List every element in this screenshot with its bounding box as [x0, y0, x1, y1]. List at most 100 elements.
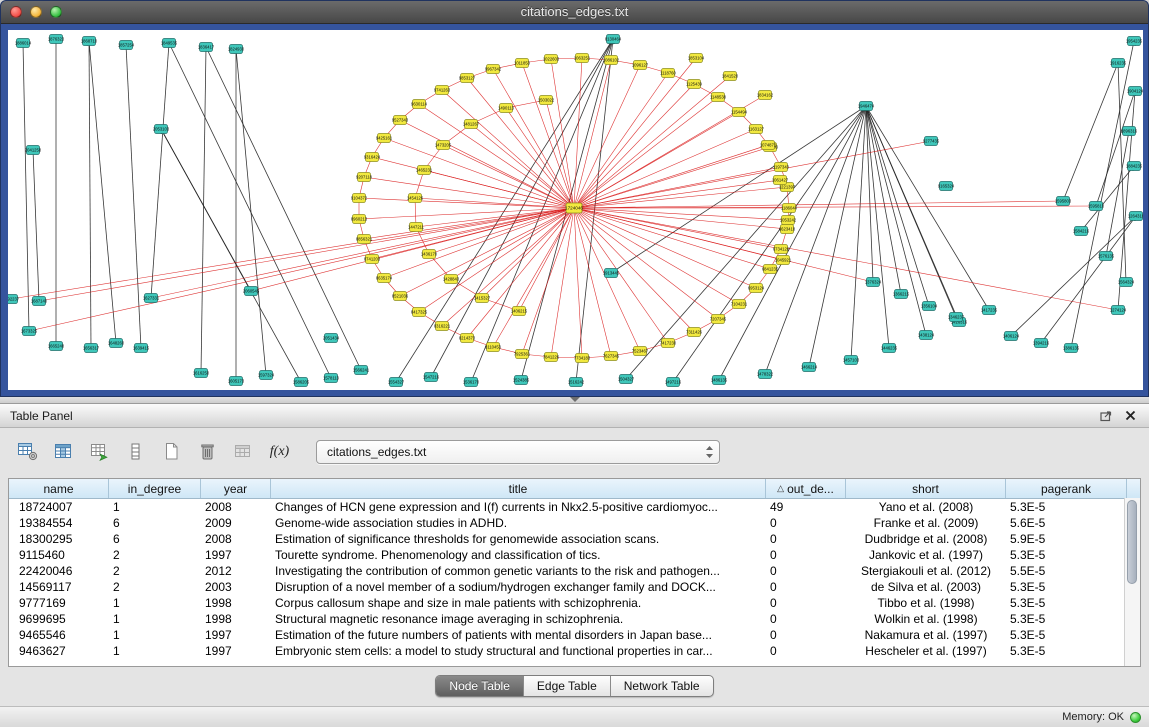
table-row[interactable]: 1456911722003Disruption of a novel membe…	[9, 579, 1140, 595]
column-header-short[interactable]: short	[846, 479, 1006, 498]
network-node[interactable]: 2060545	[243, 287, 260, 296]
network-node[interactable]: 9425161	[376, 134, 393, 143]
network-node[interactable]: 1886014	[15, 39, 32, 48]
network-node[interactable]: 1438124	[918, 331, 935, 340]
change-table-mode-button[interactable]	[14, 439, 41, 464]
network-node[interactable]: 1627331	[143, 294, 160, 303]
network-node[interactable]: 1834162	[757, 91, 774, 100]
network-node[interactable]: 1417235	[981, 306, 998, 315]
network-node[interactable]: 1465231	[416, 166, 433, 175]
network-node[interactable]: 1022603	[543, 55, 560, 64]
network-node[interactable]: 8214373	[459, 334, 476, 343]
network-node[interactable]: 1576135	[1098, 252, 1115, 261]
network-node[interactable]: 1639415	[133, 344, 150, 353]
new-table-button[interactable]	[158, 439, 185, 464]
network-node[interactable]: 1125439	[686, 80, 703, 89]
network-node[interactable]: 1524385	[513, 376, 530, 385]
network-node[interactable]: 9316424	[364, 153, 381, 162]
network-node[interactable]: 1586205	[293, 378, 310, 387]
network-node[interactable]: 2041258	[25, 146, 42, 155]
row-view-button[interactable]	[122, 439, 149, 464]
network-node[interactable]: 8316221	[434, 322, 451, 331]
network-node[interactable]: 2053103	[153, 125, 170, 134]
column-header-out_degree[interactable]: △out_de...	[766, 479, 846, 498]
network-node[interactable]: 1896316	[1121, 127, 1138, 136]
apply-function-button[interactable]: f(x)	[266, 439, 293, 464]
network-node[interactable]: 1466214	[801, 363, 818, 372]
network-node[interactable]: 8960213	[351, 215, 368, 224]
network-node[interactable]: 1913445	[603, 269, 620, 278]
network-node[interactable]: 1428843	[443, 275, 460, 284]
tab-node-table[interactable]: Node Table	[436, 676, 524, 696]
network-node[interactable]: 1597324	[258, 371, 275, 380]
network-node[interactable]: 7627345	[603, 352, 620, 361]
network-node[interactable]: 9104372	[351, 194, 368, 203]
network-node[interactable]: 1578113	[323, 374, 340, 383]
network-node[interactable]: 1486135	[711, 376, 728, 385]
network-node[interactable]: 8130464	[605, 35, 622, 44]
table-row[interactable]: 946554611997Estimation of the future num…	[9, 627, 1140, 643]
network-node[interactable]: 1884235	[1126, 162, 1143, 171]
network-node[interactable]: 1154494	[731, 108, 748, 117]
network-node[interactable]: 1724046	[565, 203, 583, 213]
network-node[interactable]: 1656317	[83, 344, 100, 353]
table-row[interactable]: 2242004622012Investigating the contribut…	[9, 563, 1140, 579]
network-node[interactable]: 6623418	[779, 225, 796, 234]
network-node[interactable]: 1566241	[353, 366, 370, 375]
network-node[interactable]: 1197343	[773, 163, 790, 172]
network-node[interactable]: 8741203	[364, 255, 381, 264]
network-node[interactable]: 1673325	[21, 327, 38, 336]
network-node[interactable]: 8521036	[392, 292, 409, 301]
network-node[interactable]: 1836417	[198, 43, 215, 52]
network-node[interactable]: 1163127	[748, 125, 765, 134]
network-node[interactable]: 6953124	[748, 284, 765, 293]
network-node[interactable]: 1481267	[463, 120, 480, 129]
column-header-title[interactable]: title	[271, 479, 766, 498]
network-node[interactable]: 9165324	[938, 182, 955, 191]
network-node[interactable]: 1946474	[858, 102, 875, 111]
table-row[interactable]: 969969511998Structural magnetic resonanc…	[9, 611, 1140, 627]
network-node[interactable]: 1406215	[511, 307, 528, 316]
network-node[interactable]: 9527343	[392, 116, 409, 125]
network-node[interactable]: 1857254	[118, 41, 135, 50]
network-node[interactable]: 9967342	[485, 65, 502, 74]
tab-edge-table[interactable]: Edge Table	[524, 676, 611, 696]
network-node[interactable]: 1053242	[780, 216, 797, 225]
network-node[interactable]: 1447211	[408, 223, 425, 232]
float-panel-button[interactable]	[1097, 408, 1115, 424]
network-node[interactable]: 8417325	[411, 308, 428, 317]
network-node[interactable]: 1186044	[781, 204, 798, 213]
network-node[interactable]: 1824930	[228, 45, 245, 54]
network-node[interactable]: 1096127	[632, 61, 649, 70]
network-node[interactable]: 1665248	[48, 342, 65, 351]
network-node[interactable]: 1386135	[1063, 344, 1080, 353]
network-node[interactable]: 8856321	[356, 235, 373, 244]
network-node[interactable]: 1346237	[948, 313, 965, 322]
network-node[interactable]: 1616250	[193, 369, 210, 378]
network-node[interactable]: 1490113	[498, 104, 515, 113]
vertical-scrollbar[interactable]	[1124, 498, 1140, 666]
column-header-year[interactable]: year	[201, 479, 271, 498]
network-node[interactable]: 7207345	[710, 315, 727, 324]
network-node[interactable]: 8110453	[485, 343, 502, 352]
network-node[interactable]: 1692237	[8, 295, 20, 304]
network-node[interactable]: 1436170	[421, 250, 438, 259]
network-node[interactable]: 1648260	[108, 339, 125, 348]
network-node[interactable]: 7104231	[731, 300, 748, 309]
network-node[interactable]: 1853104	[688, 54, 705, 63]
network-node[interactable]: 1086102	[603, 56, 620, 65]
network-node[interactable]: 1536170	[463, 378, 480, 387]
import-table-button[interactable]	[230, 439, 257, 464]
network-node[interactable]: 1473205	[435, 141, 452, 150]
network-node[interactable]: 1876323	[48, 35, 65, 44]
table-row[interactable]: 1938455462009Genome-wide association stu…	[9, 515, 1140, 531]
close-window-button[interactable]	[10, 6, 22, 18]
network-node[interactable]: 1547216	[423, 373, 440, 382]
zoom-window-button[interactable]	[50, 6, 62, 18]
network-node[interactable]: 1457103	[843, 356, 860, 365]
splitter-collapse-icon[interactable]	[570, 397, 580, 402]
table-source-selector[interactable]: citations_edges.txt	[316, 440, 720, 464]
delete-table-button[interactable]	[194, 439, 221, 464]
network-node[interactable]: 1554327	[388, 378, 405, 387]
network-node[interactable]: 9630114	[411, 100, 428, 109]
